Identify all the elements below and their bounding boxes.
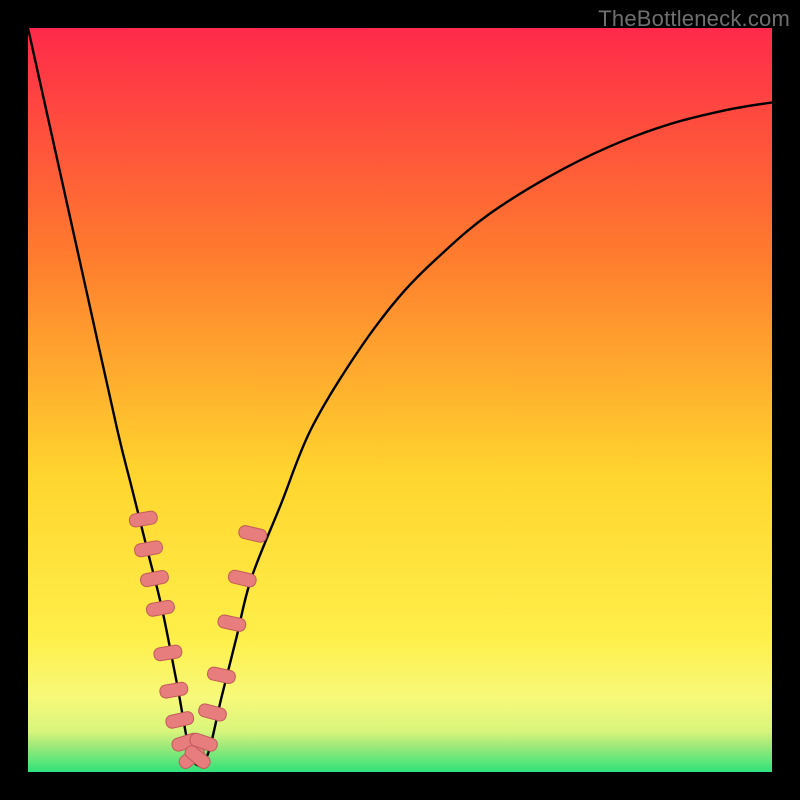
chart-background <box>28 28 772 772</box>
chart-plot-area <box>28 28 772 772</box>
watermark-label: TheBottleneck.com <box>598 6 790 32</box>
chart-svg <box>28 28 772 772</box>
chart-frame: TheBottleneck.com <box>0 0 800 800</box>
